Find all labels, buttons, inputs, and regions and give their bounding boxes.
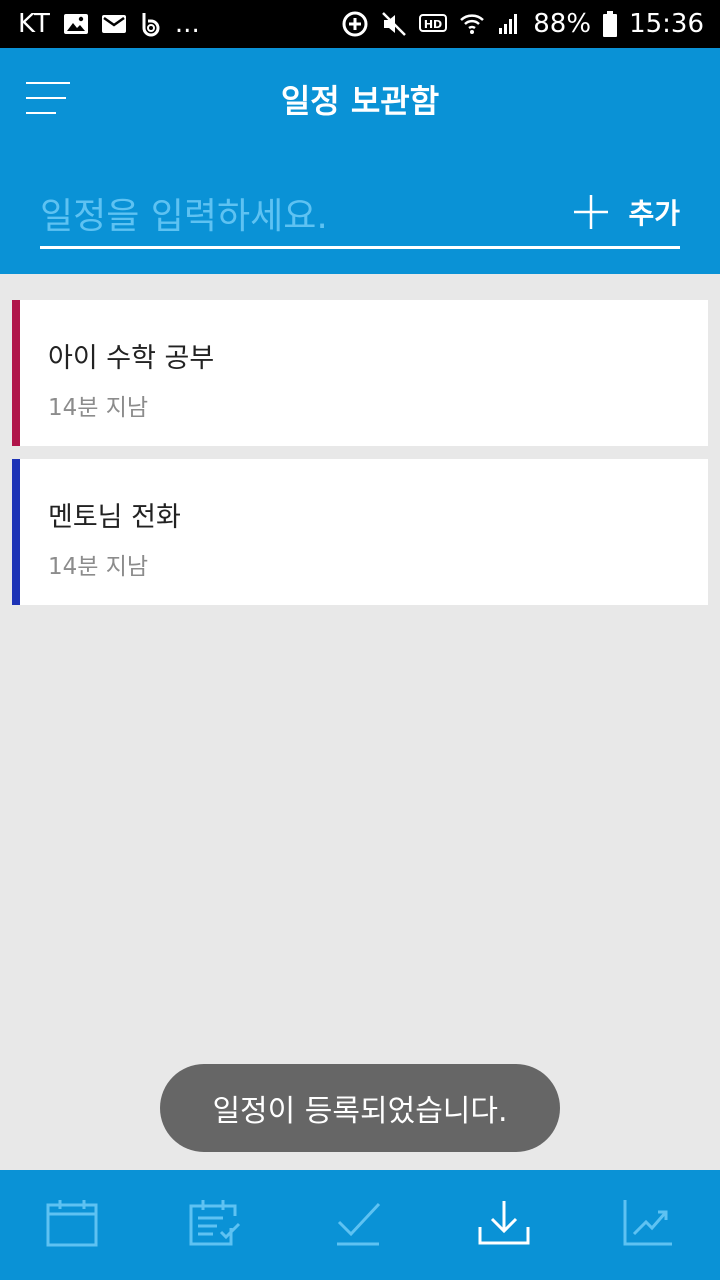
nav-archive[interactable] — [454, 1185, 554, 1265]
gallery-icon — [63, 13, 89, 35]
schedule-elapsed-time: 14분 지남 — [48, 554, 149, 580]
schedule-input[interactable] — [40, 186, 560, 246]
nav-calendar[interactable] — [22, 1185, 122, 1265]
schedule-list: 아이 수학 공부 14분 지남 멘토님 전화 14분 지남 — [12, 300, 708, 618]
band-app-icon — [139, 11, 163, 37]
svg-text:HD: HD — [424, 18, 442, 31]
mute-icon — [381, 11, 407, 37]
schedule-color-bar — [12, 459, 20, 605]
checkmark-icon — [335, 1200, 385, 1250]
schedule-item[interactable]: 아이 수학 공부 14분 지남 — [12, 300, 708, 446]
add-button[interactable]: 추가 — [572, 190, 680, 234]
battery-icon — [603, 11, 618, 37]
calendar-icon — [46, 1199, 98, 1251]
schedule-input-container: 추가 — [40, 186, 680, 249]
schedule-title: 멘토님 전화 — [48, 502, 181, 533]
bottom-nav — [0, 1170, 720, 1280]
schedule-item[interactable]: 멘토님 전화 14분 지남 — [12, 459, 708, 605]
hd-voice-icon: HD — [419, 13, 448, 35]
schedule-color-bar — [12, 300, 20, 446]
data-saver-icon — [341, 10, 369, 38]
app-bar: 일정 보관함 추가 — [0, 48, 720, 274]
nav-checklist[interactable] — [166, 1185, 266, 1265]
schedule-title: 아이 수학 공부 — [48, 343, 215, 374]
plus-icon — [572, 193, 610, 231]
nav-completed[interactable] — [310, 1185, 410, 1265]
nav-statistics[interactable] — [598, 1185, 698, 1265]
more-notifications: ... — [174, 9, 200, 39]
schedule-elapsed-time: 14분 지남 — [48, 395, 149, 421]
add-button-label: 추가 — [628, 197, 680, 230]
battery-percent: 88% — [533, 9, 592, 39]
page-title: 일정 보관함 — [280, 82, 440, 120]
checklist-icon — [189, 1198, 243, 1252]
chart-icon — [622, 1198, 674, 1252]
wifi-icon — [459, 12, 485, 36]
clock: 15:36 — [629, 9, 704, 39]
mail-icon — [101, 13, 127, 35]
carrier-label: KT — [18, 9, 51, 39]
download-icon — [478, 1199, 530, 1251]
signal-icon — [497, 12, 521, 36]
toast-message: 일정이 등록되었습니다. — [160, 1064, 560, 1152]
status-bar: KT ... HD 88% 15:36 — [0, 0, 720, 48]
